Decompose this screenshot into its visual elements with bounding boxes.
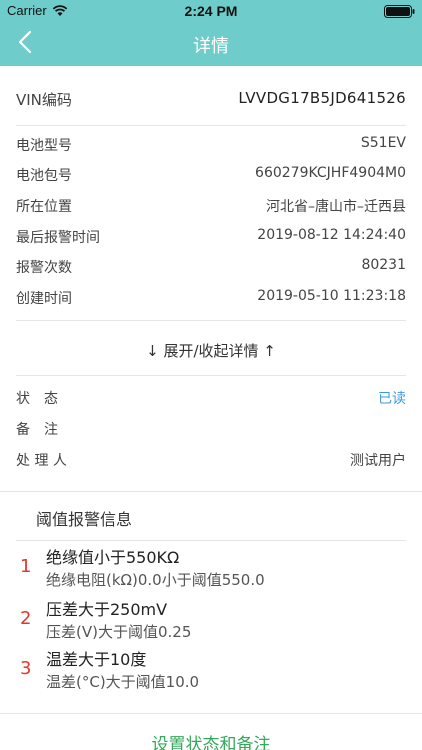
status-row: 状 态 已读 <box>16 383 406 411</box>
alarm-detail: 压差(V)大于阈值0.25 <box>46 623 192 641</box>
vin-value: LVVDG17B5JD641526 <box>238 89 406 107</box>
detail-row-last-alarm: 最后报警时间 2019-08-12 14:24:40 <box>16 222 406 250</box>
clock-time: 2:24 PM <box>184 3 238 19</box>
set-status-remark-button[interactable]: 设置状态和备注 <box>0 730 422 750</box>
handler-value: 测试用户 <box>350 453 406 469</box>
status-bar: Carrier 2:24 PM <box>0 0 422 22</box>
section-divider <box>0 713 422 714</box>
detail-value: 河北省–唐山市–迁西县 <box>266 199 406 215</box>
remark-row: 备 注 <box>16 414 406 442</box>
detail-value: S51EV <box>360 135 406 151</box>
vin-label: VIN编码 <box>16 91 72 109</box>
alarm-item: 3 温差大于10度 温差(°C)大于阈值10.0 <box>0 646 422 696</box>
status-label: 状 态 <box>16 391 58 407</box>
detail-row-created: 创建时间 2019-05-10 11:23:18 <box>16 283 406 311</box>
vin-row: VIN编码 LVVDG17B5JD641526 <box>16 84 406 112</box>
detail-row-pack-number: 电池包号 660279KCJHF4904M0 <box>16 160 406 188</box>
divider <box>16 125 406 126</box>
alarm-item: 2 压差大于250mV 压差(V)大于阈值0.25 <box>0 596 422 646</box>
detail-value: 2019-05-10 11:23:18 <box>257 288 406 304</box>
alarm-title: 压差大于250mV <box>46 600 168 619</box>
detail-value: 660279KCJHF4904M0 <box>255 165 406 181</box>
alarm-detail: 温差(°C)大于阈值10.0 <box>46 673 200 691</box>
detail-value: 2019-08-12 14:24:40 <box>257 227 406 243</box>
section-divider <box>0 491 422 492</box>
detail-label: 所在位置 <box>16 199 72 215</box>
divider <box>16 320 406 321</box>
alarm-title: 温差大于10度 <box>46 650 147 669</box>
detail-label: 电池型号 <box>16 138 72 154</box>
expand-collapse-toggle[interactable]: ↓ 展开/收起详情 ↑ <box>0 340 422 364</box>
divider <box>16 540 406 541</box>
detail-row-location: 所在位置 河北省–唐山市–迁西县 <box>16 191 406 219</box>
alarm-number: 1 <box>20 556 32 577</box>
header-bar: Carrier 2:24 PM 详情 <box>0 0 422 66</box>
alarm-number: 3 <box>20 658 32 679</box>
detail-value: 80231 <box>361 257 406 273</box>
page-title: 详情 <box>193 36 229 57</box>
alarm-title: 绝缘值小于550KΩ <box>46 548 180 567</box>
status-value: 已读 <box>378 391 406 407</box>
detail-label: 创建时间 <box>16 291 72 307</box>
alarm-item: 1 绝缘值小于550KΩ 绝缘电阻(kΩ)0.0小于阈值550.0 <box>0 544 422 594</box>
threshold-section-title: 阈值报警信息 <box>36 510 133 529</box>
handler-row: 处 理 人 测试用户 <box>16 445 406 473</box>
remark-label: 备 注 <box>16 422 58 438</box>
detail-row-battery-model: 电池型号 S51EV <box>16 130 406 158</box>
detail-label: 报警次数 <box>16 260 72 276</box>
divider <box>16 375 406 376</box>
handler-label: 处 理 人 <box>16 453 67 469</box>
detail-row-alarm-count: 报警次数 80231 <box>16 252 406 280</box>
battery-icon <box>384 5 415 18</box>
detail-label: 最后报警时间 <box>16 230 100 246</box>
detail-label: 电池包号 <box>16 168 72 184</box>
alarm-detail: 绝缘电阻(kΩ)0.0小于阈值550.0 <box>46 571 265 589</box>
alarm-number: 2 <box>20 608 32 629</box>
